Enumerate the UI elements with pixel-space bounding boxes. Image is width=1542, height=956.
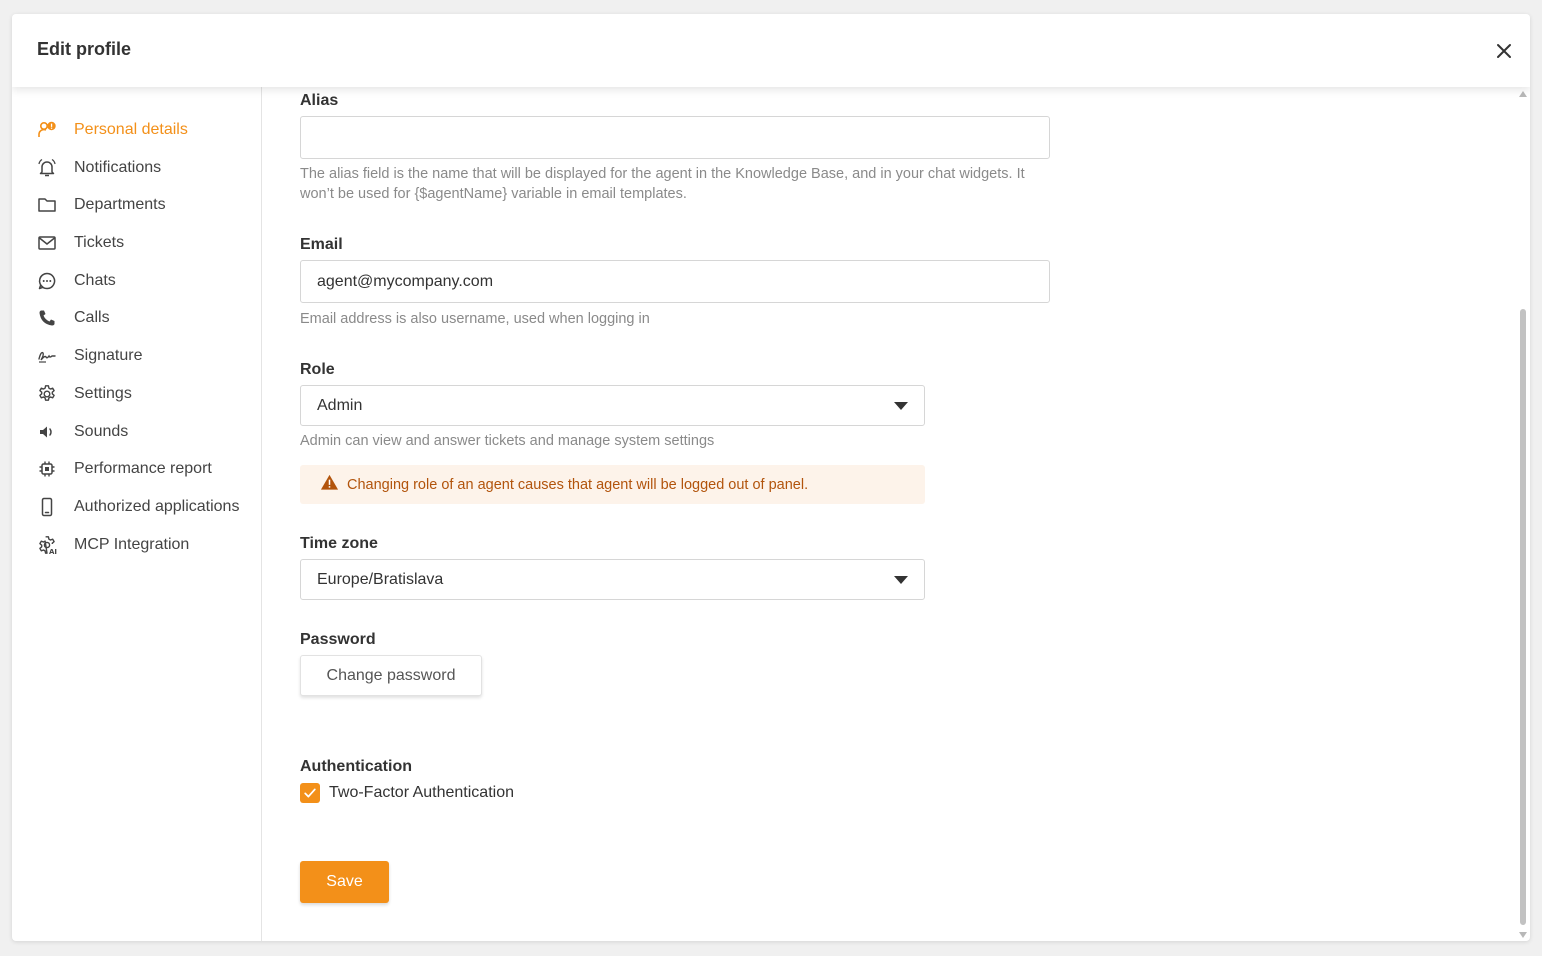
caret-down-icon bbox=[894, 575, 908, 584]
scroll-down-arrow-icon[interactable] bbox=[1519, 932, 1527, 938]
modal-header: Edit profile bbox=[12, 14, 1530, 87]
timezone-select[interactable]: Europe/Bratislava bbox=[300, 559, 925, 600]
email-help-text: Email address is also username, used whe… bbox=[300, 311, 650, 327]
email-input[interactable] bbox=[300, 260, 1050, 303]
timezone-label: Time zone bbox=[300, 535, 378, 552]
alias-help-text: The alias field is the name that will be… bbox=[300, 166, 1025, 202]
envelope-icon bbox=[36, 232, 58, 254]
sidebar-item-signature[interactable]: Signature bbox=[36, 341, 256, 371]
person-info-icon bbox=[36, 119, 58, 141]
sidebar-item-notifications[interactable]: Notifications bbox=[36, 153, 256, 183]
edit-profile-modal: Edit profile Personal details Notificati… bbox=[12, 14, 1530, 941]
sidebar-item-chats[interactable]: Chats bbox=[36, 266, 256, 296]
speaker-icon bbox=[36, 421, 58, 443]
save-button[interactable]: Save bbox=[300, 861, 389, 903]
two-factor-checkbox-row[interactable]: Two-Factor Authentication bbox=[300, 783, 514, 803]
sidebar-item-authorized-applications[interactable]: Authorized applications bbox=[36, 492, 256, 522]
two-factor-label: Two-Factor Authentication bbox=[329, 784, 514, 801]
checkmark-icon bbox=[304, 788, 316, 798]
chip-icon bbox=[36, 458, 58, 480]
phone-icon bbox=[36, 307, 58, 329]
sidebar-item-label: Signature bbox=[74, 347, 143, 364]
sidebar-item-personal-details[interactable]: Personal details bbox=[36, 115, 256, 145]
change-password-button[interactable]: Change password bbox=[300, 655, 482, 696]
warning-triangle-icon bbox=[320, 473, 339, 497]
close-icon[interactable] bbox=[1494, 41, 1514, 61]
gear-ai-icon: AI bbox=[36, 534, 58, 556]
chat-bubble-icon bbox=[36, 270, 58, 292]
bell-icon bbox=[36, 157, 58, 179]
role-select-value: Admin bbox=[317, 396, 363, 414]
profile-form: Alias The alias field is the name that w… bbox=[300, 87, 1510, 941]
caret-down-icon bbox=[894, 401, 908, 410]
sidebar-item-label: Tickets bbox=[74, 234, 125, 251]
mobile-icon bbox=[36, 496, 58, 518]
modal-title: Edit profile bbox=[37, 39, 131, 59]
sidebar-item-label: Departments bbox=[74, 196, 166, 213]
sidebar-item-calls[interactable]: Calls bbox=[36, 303, 256, 333]
signature-icon bbox=[36, 345, 58, 367]
sidebar-item-departments[interactable]: Departments bbox=[36, 190, 256, 220]
gear-icon bbox=[36, 383, 58, 405]
two-factor-checkbox[interactable] bbox=[300, 783, 320, 803]
timezone-select-value: Europe/Bratislava bbox=[317, 570, 444, 588]
sidebar-item-label: MCP Integration bbox=[74, 536, 190, 553]
folder-icon bbox=[36, 194, 58, 216]
sidebar-item-label: Performance report bbox=[74, 460, 212, 477]
sidebar-item-tickets[interactable]: Tickets bbox=[36, 228, 256, 258]
email-label: Email bbox=[300, 236, 343, 253]
alias-input[interactable] bbox=[300, 116, 1050, 159]
scrollbar[interactable] bbox=[1518, 87, 1528, 941]
sidebar-item-settings[interactable]: Settings bbox=[36, 379, 256, 409]
password-label: Password bbox=[300, 631, 376, 648]
role-warning-text: Changing role of an agent causes that ag… bbox=[347, 476, 809, 493]
sidebar-item-label: Settings bbox=[74, 385, 132, 402]
sidebar-item-label: Sounds bbox=[74, 423, 129, 440]
role-warning: Changing role of an agent causes that ag… bbox=[300, 465, 925, 504]
alias-label: Alias bbox=[300, 92, 339, 109]
authentication-label: Authentication bbox=[300, 758, 412, 775]
scroll-up-arrow-icon[interactable] bbox=[1519, 91, 1527, 97]
sidebar-item-label: Calls bbox=[74, 309, 110, 326]
sidebar-item-label: Authorized applications bbox=[74, 498, 240, 515]
role-select[interactable]: Admin bbox=[300, 385, 925, 426]
role-help-text: Admin can view and answer tickets and ma… bbox=[300, 433, 715, 449]
sidebar-item-performance-report[interactable]: Performance report bbox=[36, 454, 256, 484]
sidebar-item-mcp-integration[interactable]: AI MCP Integration bbox=[36, 530, 256, 560]
sidebar-item-label: Chats bbox=[74, 272, 116, 289]
sidebar-item-label: Notifications bbox=[74, 159, 162, 176]
role-label: Role bbox=[300, 361, 335, 378]
sidebar-item-sounds[interactable]: Sounds bbox=[36, 417, 256, 447]
sidebar-item-label: Personal details bbox=[74, 121, 188, 138]
svg-text:AI: AI bbox=[49, 548, 57, 555]
scrollbar-thumb[interactable] bbox=[1520, 309, 1526, 925]
sidebar: Personal details Notifications Departmen… bbox=[12, 87, 262, 941]
